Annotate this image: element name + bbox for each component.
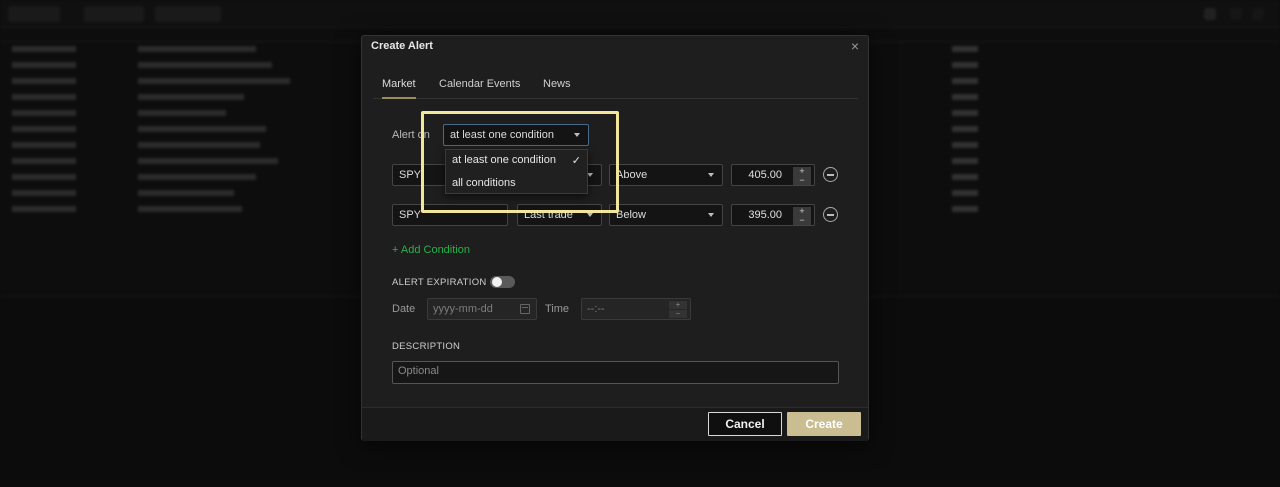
tab-news[interactable]: News	[543, 78, 571, 99]
cancel-button[interactable]: Cancel	[708, 412, 782, 436]
dropdown-option-at-least-one[interactable]: at least one condition	[452, 154, 583, 166]
condition-2-field-select[interactable]: Last trade	[517, 204, 602, 226]
decrement-button[interactable]: −	[793, 176, 811, 185]
time-placeholder: --:--	[587, 303, 605, 315]
alert-on-select[interactable]: at least one condition	[443, 124, 589, 146]
check-icon: ✓	[571, 155, 581, 167]
tab-calendar-events[interactable]: Calendar Events	[439, 78, 520, 99]
chevron-down-icon	[574, 133, 580, 137]
add-condition-link[interactable]: + Add Condition	[392, 244, 470, 256]
alert-on-value: at least one condition	[450, 129, 554, 141]
alert-expiration-toggle[interactable]	[490, 276, 515, 288]
tab-market[interactable]: Market	[382, 78, 416, 99]
dropdown-option-label: at least one condition	[452, 154, 556, 166]
decrement-button[interactable]: −	[793, 216, 811, 225]
description-placeholder: Optional	[398, 365, 439, 377]
date-placeholder: yyyy-mm-dd	[433, 303, 493, 315]
condition-1-comparator-select[interactable]: Above	[609, 164, 723, 186]
condition-2-value-stepper[interactable]: 395.00 + −	[731, 204, 815, 226]
time-label: Time	[545, 303, 570, 315]
date-input[interactable]: yyyy-mm-dd	[427, 298, 537, 320]
calendar-icon[interactable]	[520, 304, 530, 314]
time-input[interactable]: --:-- + −	[581, 298, 691, 320]
condition-1-symbol: SPY	[399, 169, 422, 181]
chevron-down-icon	[708, 213, 714, 217]
condition-2-value: 395.00	[748, 209, 782, 221]
condition-2-symbol-input[interactable]: SPY	[392, 204, 508, 226]
alert-on-dropdown: at least one condition ✓ all conditions	[445, 149, 588, 194]
decrement-button[interactable]: −	[669, 310, 687, 318]
chevron-down-icon	[587, 213, 593, 217]
condition-2-comparator-select[interactable]: Below	[609, 204, 723, 226]
close-icon[interactable]: ×	[848, 39, 862, 53]
condition-1-value: 405.00	[748, 169, 782, 181]
increment-button[interactable]: +	[669, 301, 687, 309]
remove-condition-1-icon[interactable]	[823, 167, 838, 182]
modal-title: Create Alert	[371, 40, 433, 52]
condition-2-comparator: Below	[616, 209, 646, 221]
dropdown-option-all-conditions[interactable]: all conditions	[452, 177, 516, 189]
condition-1-value-stepper[interactable]: 405.00 + −	[731, 164, 815, 186]
create-alert-modal: Create Alert × Market Calendar Events Ne…	[361, 35, 869, 441]
modal-footer: Cancel Create	[362, 407, 868, 441]
description-label: DESCRIPTION	[392, 341, 461, 352]
date-label: Date	[392, 303, 416, 315]
create-button[interactable]: Create	[787, 412, 861, 436]
condition-2-field: Last trade	[524, 209, 573, 221]
description-input[interactable]: Optional	[392, 361, 839, 384]
tab-bar: Market Calendar Events News	[373, 74, 858, 99]
condition-1-comparator: Above	[616, 169, 648, 181]
alert-on-label: Alert on	[392, 129, 430, 141]
chevron-down-icon	[708, 173, 714, 177]
condition-2-symbol: SPY	[399, 209, 422, 221]
alert-expiration-label: ALERT EXPIRATION	[392, 277, 487, 288]
dropdown-option-label: all conditions	[452, 177, 516, 189]
remove-condition-2-icon[interactable]	[823, 207, 838, 222]
